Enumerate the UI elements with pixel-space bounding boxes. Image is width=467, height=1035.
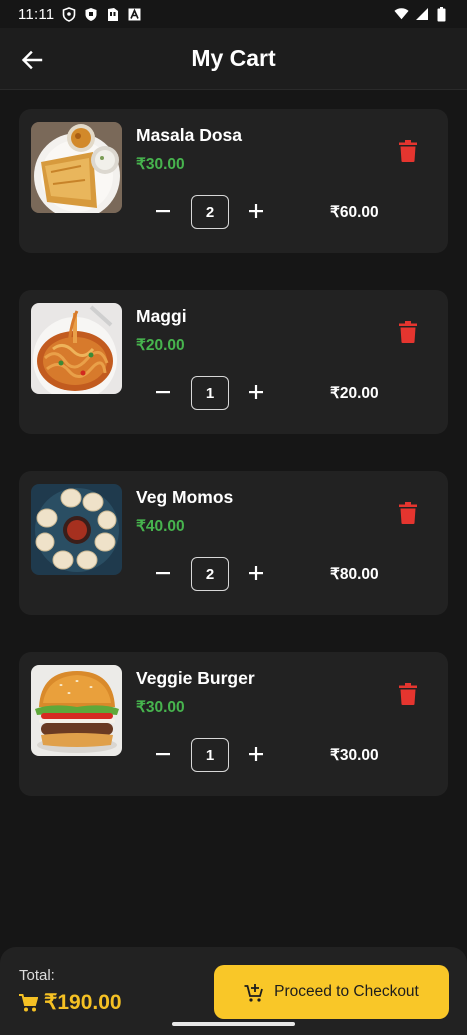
checkout-label: Proceed to Checkout [274, 983, 419, 1000]
item-name: Masala Dosa [136, 125, 243, 145]
plus-icon [249, 747, 263, 761]
cart-add-icon [244, 983, 263, 1002]
home-indicator[interactable] [172, 1022, 295, 1026]
cart-item-maggi: Maggi ₹20.00 1 ₹20.00 [19, 290, 448, 434]
quantity-value: 1 [191, 376, 229, 410]
cart-icon [19, 993, 38, 1011]
decrease-quantity-button[interactable] [151, 199, 175, 223]
veggie-burger-photo [31, 665, 122, 756]
item-name: Veg Momos [136, 487, 234, 507]
minus-icon [156, 572, 170, 575]
increase-quantity-button[interactable] [244, 380, 268, 404]
delete-button[interactable] [395, 499, 421, 527]
item-price: ₹20.00 [136, 337, 185, 354]
quantity-value: 2 [191, 557, 229, 591]
font-a-icon [127, 7, 142, 22]
cart-item-veggie-burger: Veggie Burger ₹30.00 1 ₹30.00 [19, 652, 448, 796]
shield-icon [61, 6, 76, 22]
quantity-value: 1 [191, 738, 229, 772]
quantity-value: 2 [191, 195, 229, 229]
decrease-quantity-button[interactable] [151, 380, 175, 404]
shield-filled-icon [83, 7, 98, 22]
status-right [394, 6, 449, 22]
wifi-icon [394, 7, 409, 22]
decrease-quantity-button[interactable] [151, 742, 175, 766]
line-total: ₹80.00 [330, 566, 379, 583]
cellular-signal-icon [414, 7, 429, 22]
proceed-to-checkout-button[interactable]: Proceed to Checkout [214, 965, 449, 1019]
total-label: Total: [19, 967, 55, 984]
trash-icon [399, 683, 417, 705]
delete-button[interactable] [395, 318, 421, 346]
status-time: 11:11 [18, 5, 55, 23]
line-total: ₹20.00 [330, 385, 379, 402]
battery-icon [434, 6, 449, 22]
decrease-quantity-button[interactable] [151, 561, 175, 585]
item-name: Veggie Burger [136, 668, 255, 688]
increase-quantity-button[interactable] [244, 199, 268, 223]
line-total: ₹60.00 [330, 204, 379, 221]
delete-button[interactable] [395, 137, 421, 165]
sim-card-icon [105, 7, 120, 22]
minus-icon [156, 391, 170, 394]
increase-quantity-button[interactable] [244, 561, 268, 585]
maggi-photo [31, 303, 122, 394]
item-price: ₹30.00 [136, 699, 185, 716]
item-price: ₹30.00 [136, 156, 185, 173]
minus-icon [156, 753, 170, 756]
cart-item-masala-dosa: Masala Dosa ₹30.00 2 ₹60.00 [19, 109, 448, 253]
page-title: My Cart [191, 45, 276, 71]
trash-icon [399, 140, 417, 162]
total-amount: ₹190.00 [44, 991, 122, 1014]
item-price: ₹40.00 [136, 518, 185, 535]
masala-dosa-photo [31, 122, 122, 213]
total-amount-row: ₹190.00 [19, 990, 122, 1015]
minus-icon [156, 210, 170, 213]
cart-item-veg-momos: Veg Momos ₹40.00 2 ₹80.00 [19, 471, 448, 615]
trash-icon [399, 502, 417, 524]
status-left: 11:11 [18, 6, 142, 23]
delete-button[interactable] [395, 680, 421, 708]
item-name: Maggi [136, 306, 187, 326]
trash-icon [399, 321, 417, 343]
line-total: ₹30.00 [330, 747, 379, 764]
status-bar: 11:11 [0, 0, 467, 28]
plus-icon [249, 566, 263, 580]
cart-list: Masala Dosa ₹30.00 2 ₹60.00 Maggi ₹20.00… [19, 109, 448, 833]
veg-momos-photo [31, 484, 122, 575]
increase-quantity-button[interactable] [244, 742, 268, 766]
plus-icon [249, 385, 263, 399]
plus-icon [249, 204, 263, 218]
app-bar: My Cart [0, 28, 467, 90]
